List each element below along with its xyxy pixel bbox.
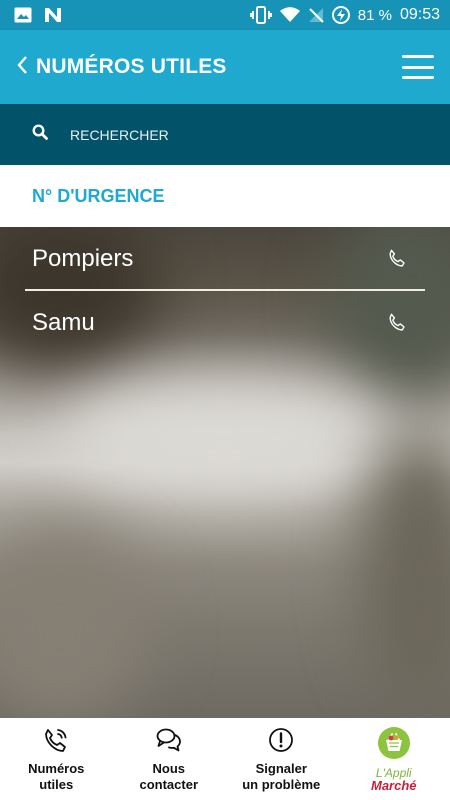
search-icon [32,124,48,145]
nav-label-line2: utiles [39,777,74,792]
nav-label-line2: contacter [139,777,199,792]
nav-label-line1: Numéros [28,761,85,776]
search-bar [0,104,450,165]
back-button[interactable]: NUMÉROS UTILES [16,55,227,80]
nav-label-line1: Signaler [255,761,307,776]
n-app-icon [44,7,62,23]
nav-signaler-probleme[interactable]: Signaler un problème [225,726,338,793]
nav-label: Numéros utiles [28,761,84,793]
logo-subtext: Marché [370,778,417,793]
section-title: N° D'URGENCE [32,185,165,206]
nav-numeros-utiles[interactable]: Numéros utiles [0,726,113,793]
wifi-icon [279,7,300,23]
phone-call-icon [42,726,70,759]
phone-icon[interactable] [386,312,408,334]
no-signal-icon [308,7,324,23]
battery-charging-icon [331,6,350,24]
nav-label: Nous contacter [139,761,198,793]
section-header: N° D'URGENCE [0,165,450,227]
bottom-nav: Numéros utiles Nous contacter Signaler u… [0,718,450,800]
alert-icon [267,726,295,759]
nav-label-line1: Nous [152,761,186,776]
contact-name: Pompiers [32,245,134,272]
status-left [14,7,62,23]
nav-nous-contacter[interactable]: Nous contacter [113,726,226,793]
status-right: 81 % 09:53 [249,6,440,24]
chevron-left-icon [16,55,28,80]
chat-bubbles-icon [155,726,183,759]
clock: 09:53 [399,6,440,23]
search-input[interactable] [70,126,390,143]
contact-name: Samu [32,309,95,336]
basket-logo-icon [377,726,411,765]
nav-label-line2: un problème [242,777,321,792]
vibrate-icon [249,6,272,24]
app-header: NUMÉROS UTILES [0,30,450,104]
page-title: NUMÉROS UTILES [36,55,227,78]
status-bar: 81 % 09:53 [0,0,450,30]
contact-list: Pompiers Samu [0,227,450,355]
appli-marche-logo[interactable]: L'Appli Marché [338,726,450,792]
image-icon [14,7,32,23]
contact-row-pompiers[interactable]: Pompiers [0,227,450,291]
nav-label: Signaler un problème [242,761,320,793]
battery-percent: 81 % [357,6,392,24]
contact-row-samu[interactable]: Samu [0,291,450,355]
phone-icon[interactable] [386,248,408,270]
hamburger-menu-icon[interactable] [402,55,434,79]
